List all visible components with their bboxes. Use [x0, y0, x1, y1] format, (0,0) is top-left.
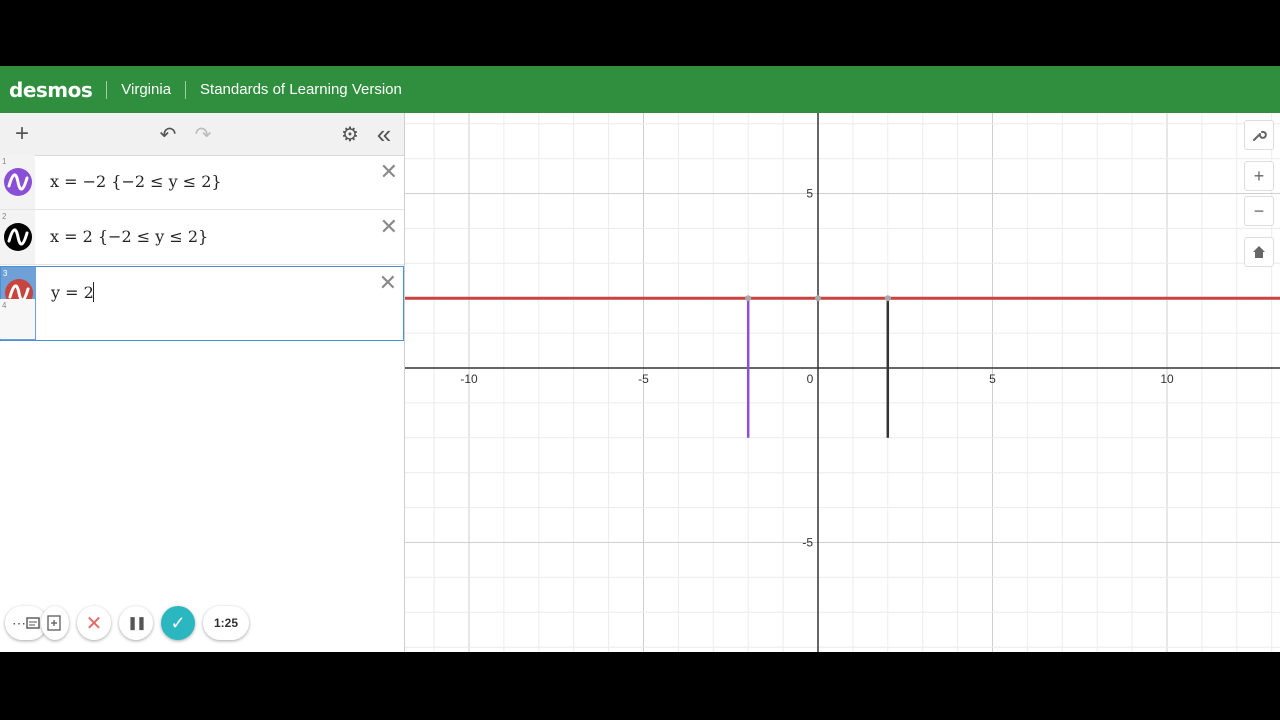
expression-index: 2: [2, 212, 7, 221]
divider: [106, 80, 108, 99]
text-cursor: [93, 282, 94, 302]
expression-index: 4: [2, 301, 7, 310]
zoom-out-button[interactable]: −: [1244, 196, 1274, 226]
default-viewport-home-icon[interactable]: [1244, 237, 1274, 267]
x-tick-label: 5: [989, 372, 996, 386]
intersection-point[interactable]: [884, 295, 891, 302]
delete-expression-close-icon[interactable]: ✕: [380, 161, 398, 183]
intersection-point[interactable]: [745, 295, 752, 302]
screen-capture-icon: [47, 615, 61, 631]
divider: [185, 80, 187, 99]
graph-settings-wrench-icon[interactable]: [1244, 120, 1274, 150]
undo-button[interactable]: ↶: [154, 119, 182, 149]
expression-row-1[interactable]: 1 x = −2 {−2 ≤ y ≤ 2} ✕: [0, 155, 404, 210]
recording-timer: 1:25: [203, 606, 249, 640]
done-recording-button[interactable]: ✓: [161, 606, 195, 640]
graph-color-icon[interactable]: [4, 168, 32, 196]
screen-capture-button[interactable]: [41, 606, 69, 640]
region-label: Virginia: [121, 81, 172, 98]
redo-button[interactable]: ↷: [189, 119, 217, 149]
graph-color-icon[interactable]: [4, 223, 32, 251]
graph-canvas[interactable]: -10 -5 0 5 10 5 -5: [405, 113, 1280, 652]
x-tick-label: 0: [807, 372, 814, 386]
empty-expression-row[interactable]: 4: [0, 299, 35, 339]
top-bar: desmos Virginia Standards of Learning Ve…: [0, 66, 1280, 113]
settings-gear-icon[interactable]: ⚙: [336, 119, 364, 149]
x-tick-label: -5: [638, 372, 649, 386]
delete-expression-close-icon[interactable]: ✕: [380, 216, 398, 238]
pause-recording-button[interactable]: ❚❚: [119, 606, 153, 640]
expression-latex[interactable]: x = 2 {−2 ≤ y ≤ 2}: [50, 227, 208, 246]
recording-controls: ⋯ ✕ ❚❚ ✓ 1:25: [5, 606, 249, 640]
intersection-point[interactable]: [815, 295, 821, 302]
y-tick-label: -5: [802, 536, 813, 550]
x-tick-label: -10: [460, 372, 478, 386]
collapse-panel-button[interactable]: «: [370, 119, 398, 149]
expression-panel: + ↶ ↷ ⚙ « 1 x = −2 {−2 ≤ y ≤ 2} ✕ 2 x = …: [0, 113, 405, 652]
delete-expression-close-icon[interactable]: ✕: [379, 272, 397, 294]
add-item-button[interactable]: +: [8, 119, 36, 149]
captions-icon: [26, 617, 40, 629]
desmos-app: desmos Virginia Standards of Learning Ve…: [0, 66, 1280, 652]
expression-index: 1: [2, 157, 7, 166]
panel-toolbar: + ↶ ↷ ⚙ «: [0, 113, 404, 156]
expression-row-2[interactable]: 2 x = 2 {−2 ≤ y ≤ 2} ✕: [0, 210, 404, 265]
expression-row-3[interactable]: 3 y = 2 ✕: [0, 266, 404, 341]
version-label: Standards of Learning Version: [200, 81, 402, 98]
expression-latex[interactable]: x = −2 {−2 ≤ y ≤ 2}: [50, 172, 222, 191]
more-icon: ⋯: [12, 614, 26, 631]
graph-paper[interactable]: -10 -5 0 5 10 5 -5 + −: [405, 113, 1280, 652]
expression-index: 3: [3, 269, 8, 278]
zoom-in-button[interactable]: +: [1244, 161, 1274, 191]
desmos-logo[interactable]: desmos: [9, 78, 93, 102]
x-tick-label: 10: [1160, 372, 1174, 386]
expression-latex-input[interactable]: y = 2: [51, 283, 94, 302]
y-tick-label: 5: [806, 187, 813, 201]
cancel-recording-button[interactable]: ✕: [77, 606, 111, 640]
